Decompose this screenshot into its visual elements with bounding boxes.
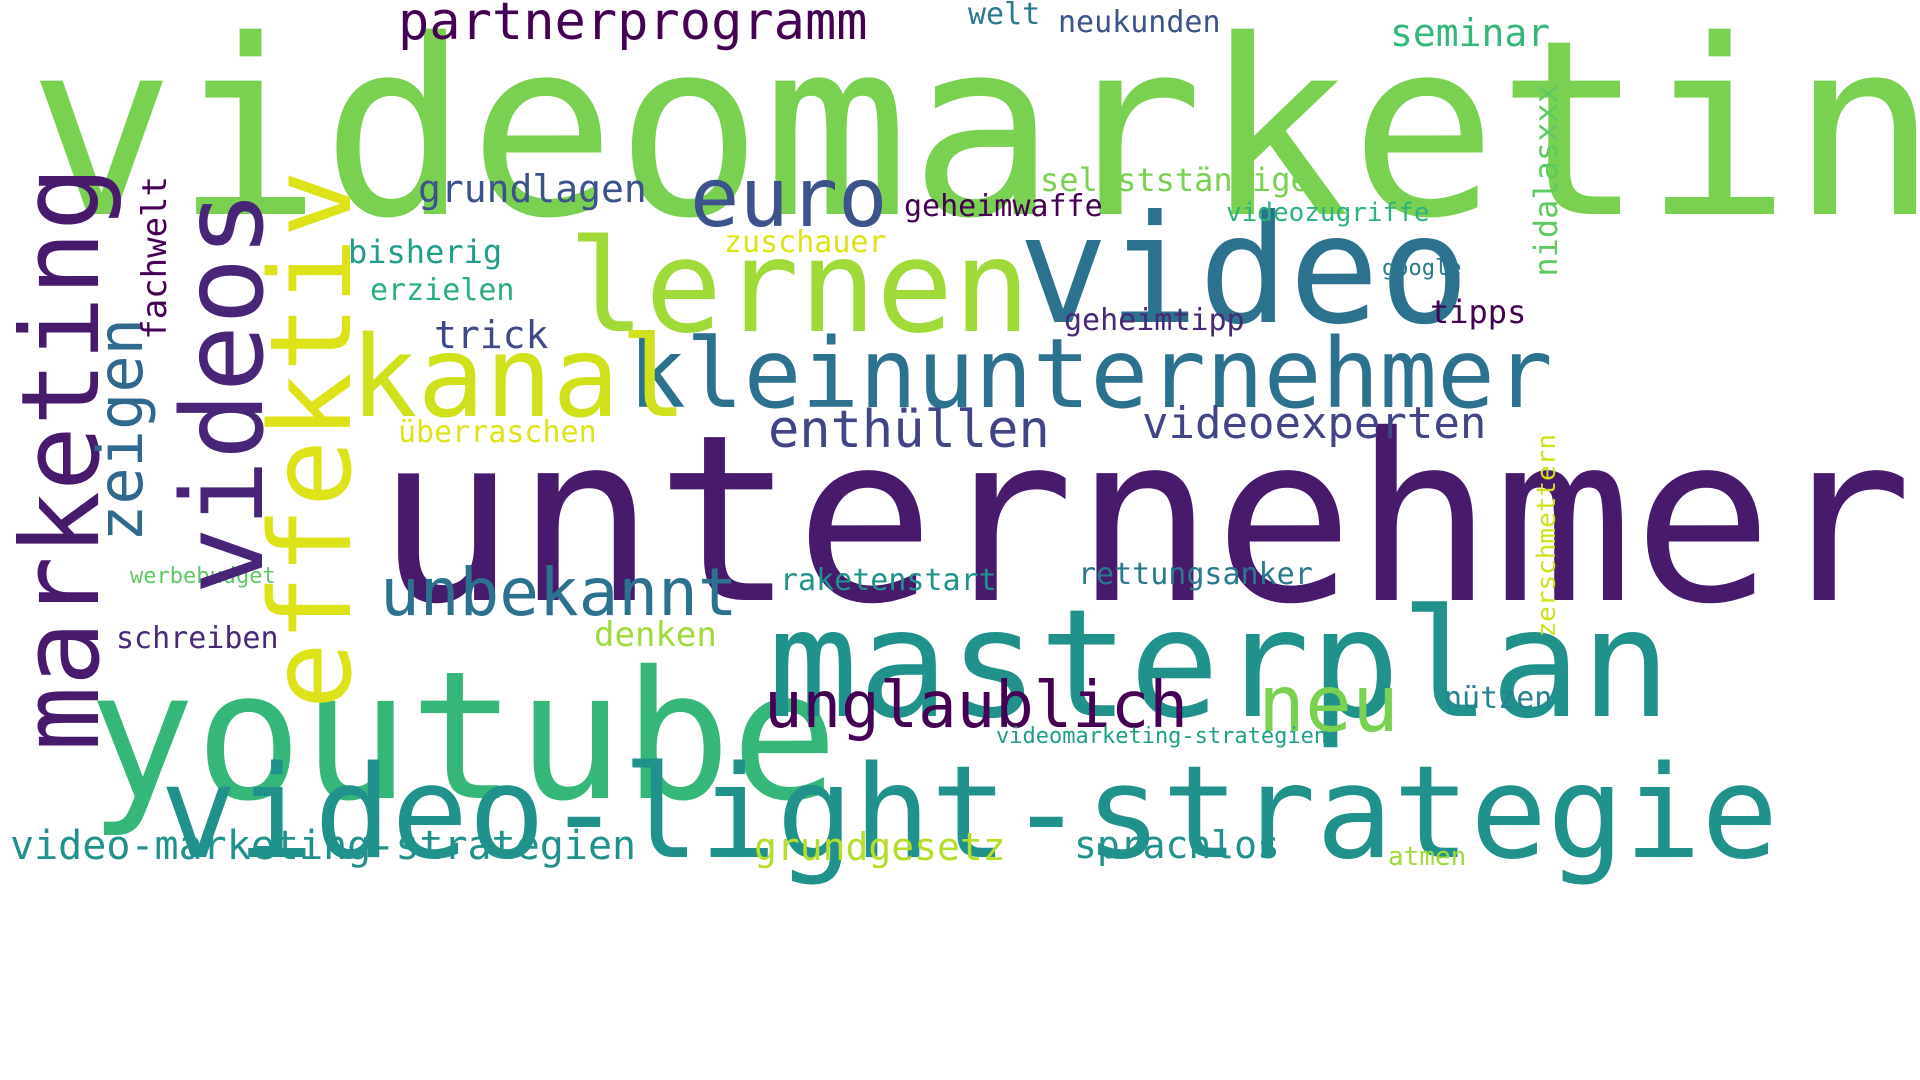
word-welt: welt: [968, 0, 1041, 32]
word-video-marketing-strategien: video-marketing-strategien: [10, 823, 637, 869]
word-enthuellen: enthüllen: [768, 400, 1050, 460]
word-nuetzen: nützen: [1444, 681, 1553, 716]
word-atmen: atmen: [1388, 842, 1467, 872]
word-ueberraschen: überraschen: [398, 415, 597, 450]
word-zuschauer: zuschauer: [724, 225, 887, 260]
word-rettungsanker: rettungsanker: [1078, 557, 1313, 592]
word-grundlagen: grundlagen: [418, 167, 647, 211]
word-partnerprogramm: partnerprogramm: [398, 0, 868, 52]
word-geheimtipp: geheimtipp: [1064, 303, 1245, 338]
word-geheimwaffe: geheimwaffe: [904, 189, 1103, 224]
word-videoexperten: videoexperten: [1142, 398, 1487, 449]
word-effektiv: effektiv: [247, 170, 377, 710]
word-trick: trick: [434, 313, 549, 357]
word-erzielen: erzielen: [370, 273, 515, 308]
word-sprachlos: sprachlos: [1074, 823, 1280, 867]
word-fachwelt: fachwelt: [135, 176, 175, 340]
word-neukunden: neukunden: [1058, 5, 1221, 40]
word-videomarketing-strategien: videomarketing-strategien: [996, 724, 1328, 749]
word-google: google: [1382, 256, 1462, 281]
word-zerschmettern: zerschmettern: [1532, 434, 1562, 638]
word-grundgesetz: grundgesetz: [754, 825, 1006, 869]
word-raketenstart: raketenstart: [780, 563, 997, 598]
word-cloud: videomarketing unternehmer youtube maste…: [0, 0, 1920, 1080]
word-nidalasxxx: nidalasxxx: [1527, 84, 1565, 277]
word-denken: denken: [594, 615, 717, 655]
word-videozugriffe: videozugriffe: [1226, 198, 1430, 228]
word-tipps: tipps: [1430, 293, 1527, 331]
word-seminar: seminar: [1390, 11, 1551, 55]
word-zeigen: zeigen: [84, 318, 157, 542]
